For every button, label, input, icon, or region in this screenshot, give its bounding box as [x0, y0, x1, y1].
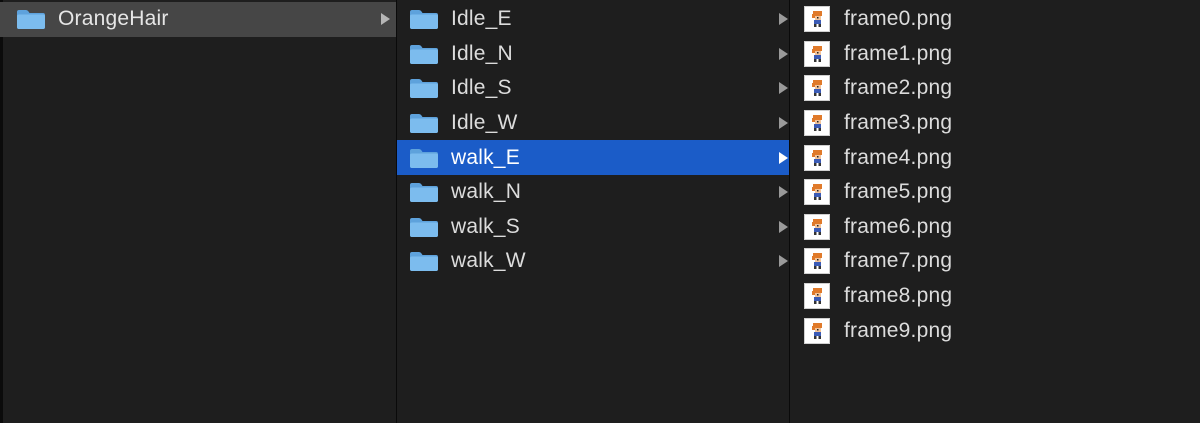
png-thumbnail-icon: [804, 144, 830, 171]
folder-icon: [410, 44, 438, 64]
folder-icon: [410, 217, 438, 237]
png-thumbnail-icon: [804, 317, 830, 344]
folder-icon: [410, 183, 438, 203]
file-row-frame7[interactable]: frame7.png: [790, 244, 1200, 279]
file-row-frame2[interactable]: frame2.png: [790, 71, 1200, 106]
column-3[interactable]: frame0.png frame1.png frame2.png frame3.…: [790, 0, 1200, 423]
png-thumbnail-icon: [804, 40, 830, 67]
file-label: frame6.png: [844, 214, 953, 238]
folder-label: Idle_N: [451, 41, 513, 65]
disclosure-arrow-icon: [779, 151, 788, 164]
file-label: frame3.png: [844, 111, 953, 135]
file-label: frame9.png: [844, 318, 953, 342]
png-thumbnail-icon: [804, 6, 830, 33]
folder-label: walk_E: [451, 145, 520, 169]
folder-icon: [410, 252, 438, 272]
png-thumbnail-icon: [804, 213, 830, 240]
png-thumbnail-icon: [804, 248, 830, 275]
file-label: frame1.png: [844, 41, 953, 65]
png-thumbnail-icon: [804, 110, 830, 137]
folder-row-orangehair[interactable]: OrangeHair: [0, 2, 396, 37]
png-thumbnail-icon: [804, 283, 830, 310]
folder-icon: [17, 10, 45, 30]
folder-label: OrangeHair: [58, 7, 169, 31]
disclosure-arrow-icon: [381, 13, 390, 26]
folder-icon: [410, 10, 438, 30]
column-2[interactable]: Idle_E Idle_N Idle_S Idle_W walk_E walk_…: [397, 0, 790, 423]
folder-icon: [410, 148, 438, 168]
folder-label: walk_N: [451, 180, 522, 204]
file-row-frame9[interactable]: frame9.png: [790, 313, 1200, 348]
folder-row-walk-s[interactable]: walk_S: [397, 210, 789, 245]
file-label: frame4.png: [844, 145, 953, 169]
file-label: frame2.png: [844, 76, 953, 100]
file-row-frame0[interactable]: frame0.png: [790, 2, 1200, 37]
folder-label: walk_W: [451, 249, 526, 273]
disclosure-arrow-icon: [779, 82, 788, 95]
folder-row-idle-n[interactable]: Idle_N: [397, 37, 789, 72]
disclosure-arrow-icon: [779, 255, 788, 268]
file-label: frame5.png: [844, 180, 953, 204]
file-row-frame1[interactable]: frame1.png: [790, 37, 1200, 72]
file-row-frame5[interactable]: frame5.png: [790, 175, 1200, 210]
column-1[interactable]: OrangeHair: [0, 0, 397, 423]
folder-icon: [410, 114, 438, 134]
file-row-frame4[interactable]: frame4.png: [790, 140, 1200, 175]
folder-row-idle-w[interactable]: Idle_W: [397, 106, 789, 141]
disclosure-arrow-icon: [779, 117, 788, 130]
folder-row-idle-e[interactable]: Idle_E: [397, 2, 789, 37]
folder-label: Idle_E: [451, 7, 512, 31]
file-label: frame7.png: [844, 249, 953, 273]
png-thumbnail-icon: [804, 179, 830, 206]
file-label: frame8.png: [844, 284, 953, 308]
folder-label: Idle_S: [451, 76, 512, 100]
file-row-frame8[interactable]: frame8.png: [790, 279, 1200, 314]
folder-row-walk-n[interactable]: walk_N: [397, 175, 789, 210]
disclosure-arrow-icon: [779, 13, 788, 26]
folder-icon: [410, 79, 438, 99]
disclosure-arrow-icon: [779, 186, 788, 199]
folder-label: walk_S: [451, 214, 520, 238]
disclosure-arrow-icon: [779, 220, 788, 233]
column-view-browser: OrangeHair Idle_E Idle_N Idle_S Idle_W w…: [0, 0, 1200, 423]
folder-row-idle-s[interactable]: Idle_S: [397, 71, 789, 106]
png-thumbnail-icon: [804, 75, 830, 102]
folder-label: Idle_W: [451, 111, 518, 135]
file-row-frame3[interactable]: frame3.png: [790, 106, 1200, 141]
file-row-frame6[interactable]: frame6.png: [790, 210, 1200, 245]
folder-row-walk-w[interactable]: walk_W: [397, 244, 789, 279]
disclosure-arrow-icon: [779, 47, 788, 60]
folder-row-walk-e[interactable]: walk_E: [397, 140, 789, 175]
file-label: frame0.png: [844, 7, 953, 31]
